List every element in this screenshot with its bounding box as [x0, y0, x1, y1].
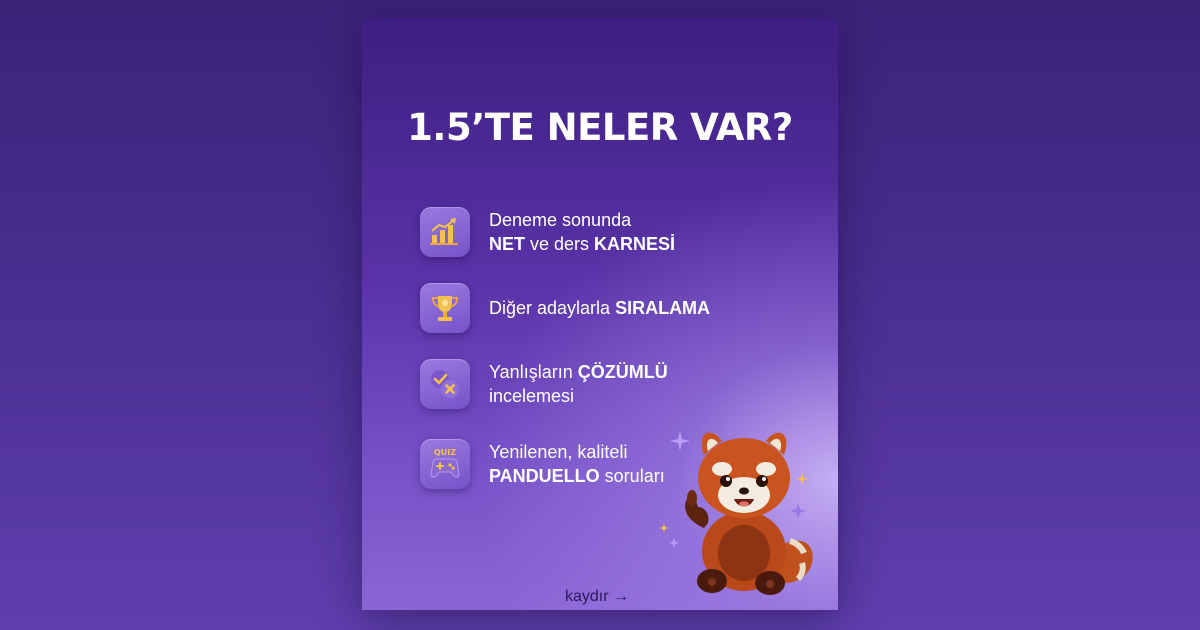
scroll-hint[interactable]: kaydır → [565, 588, 629, 606]
feature-item-siralama: Diğer adaylarla SIRALAMA [420, 283, 820, 333]
quiz-label: QUIZ [434, 448, 456, 457]
page-title: 1.5’TE NELER VAR? [407, 106, 793, 149]
feature-line: Diğer adaylarla SIRALAMA [489, 298, 711, 318]
bar-chart-icon [420, 207, 470, 257]
feature-line: NET ve ders KARNESİ [489, 234, 676, 254]
feature-item-karne: Deneme sonunda NET ve ders KARNESİ [420, 207, 820, 257]
feature-line: PANDUELLO soruları [489, 466, 665, 486]
red-panda-mascot [659, 431, 813, 595]
feature-line: Yenilenen, kaliteli [489, 442, 628, 462]
trophy-icon [420, 283, 470, 333]
feature-line: incelemesi [489, 386, 575, 406]
feature-item-cozumlu: Yanlışların ÇÖZÜMLÜ incelemesi [420, 359, 820, 409]
feature-line: Yanlışların ÇÖZÜMLÜ [489, 362, 668, 382]
check-cross-icon [420, 359, 470, 409]
quiz-gamepad-icon: QUIZ [420, 439, 470, 489]
promo-card: 1.5’TE NELER VAR? Deneme sonunda NET ve … [362, 18, 838, 610]
feature-line: Deneme sonunda [489, 210, 632, 230]
